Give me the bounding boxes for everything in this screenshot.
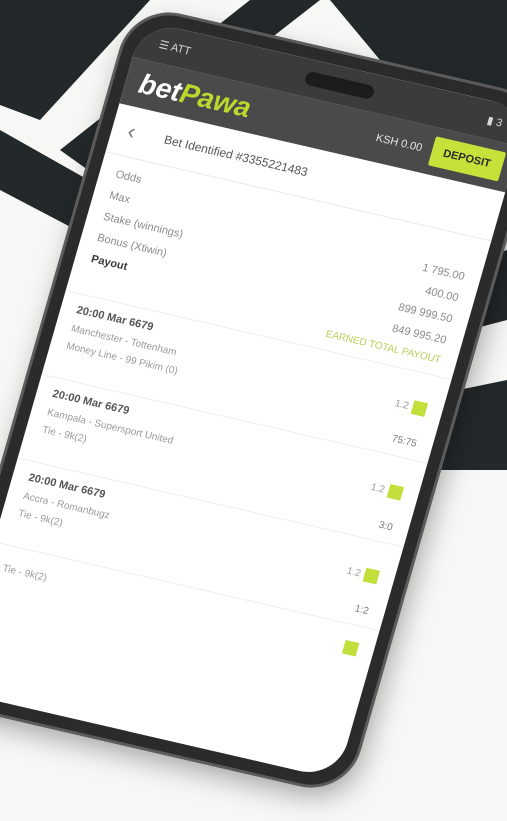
carrier-label: ☰ ATT [157, 38, 193, 58]
battery-icon: ▮ 3 [485, 114, 504, 130]
balance-label: KSH 0.00 [374, 132, 424, 155]
deposit-button[interactable]: DEPOSIT [427, 136, 507, 182]
check-icon [386, 483, 405, 501]
win-check: 1.2 [345, 564, 381, 585]
win-check: 1.2 [369, 480, 405, 501]
check-icon [341, 639, 360, 657]
win-check: 1.2 [393, 396, 429, 417]
check-icon [410, 400, 429, 417]
bet-match: Tie - 9k(2) [1, 562, 49, 584]
camera-notch [303, 70, 376, 100]
back-icon[interactable]: ‹ [124, 118, 139, 145]
check-icon [362, 567, 381, 585]
win-check [341, 639, 360, 657]
